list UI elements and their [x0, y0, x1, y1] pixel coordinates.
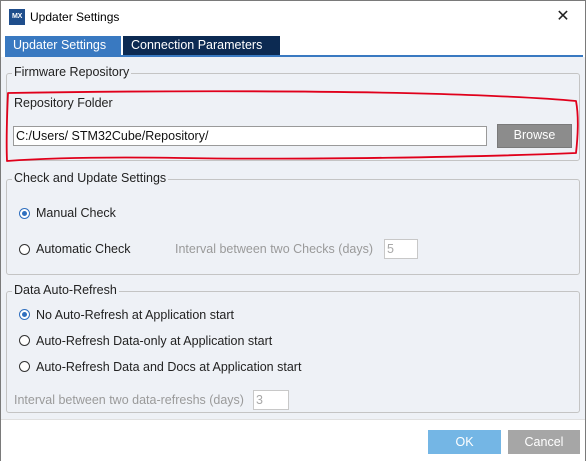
title-bar: MX Updater Settings ✕: [1, 1, 585, 33]
manual-check-radio[interactable]: [19, 208, 30, 219]
check-interval-label: Interval between two Checks (days): [175, 242, 374, 256]
check-interval-input[interactable]: 5: [384, 239, 418, 259]
tab-updater-settings[interactable]: Updater Settings: [5, 36, 121, 55]
firmware-repository-title: Firmware Repository: [12, 65, 132, 79]
cancel-button[interactable]: Cancel: [508, 430, 580, 454]
repository-folder-label: Repository Folder: [14, 96, 113, 110]
refresh-data-only-label[interactable]: Auto-Refresh Data-only at Application st…: [36, 334, 272, 348]
refresh-interval-input[interactable]: 3: [253, 390, 289, 410]
manual-check-label[interactable]: Manual Check: [36, 206, 116, 220]
no-auto-refresh-radio[interactable]: [19, 309, 30, 320]
close-button[interactable]: ✕: [541, 1, 585, 33]
tab-connection-parameters[interactable]: Connection Parameters: [123, 36, 280, 55]
repository-folder-input[interactable]: C:/Users/ STM32Cube/Repository/: [13, 126, 487, 146]
window-title: Updater Settings: [30, 10, 120, 24]
browse-button[interactable]: Browse: [497, 124, 572, 148]
close-icon: ✕: [556, 8, 570, 25]
updater-settings-dialog: MX Updater Settings ✕ Updater Settings C…: [0, 0, 586, 461]
check-update-group: Check and Update Settings: [6, 171, 580, 275]
refresh-data-docs-label[interactable]: Auto-Refresh Data and Docs at Applicatio…: [36, 360, 301, 374]
dialog-footer: OK Cancel: [1, 419, 585, 461]
refresh-data-docs-radio[interactable]: [19, 361, 30, 372]
settings-panel: Firmware Repository Repository Folder C:…: [1, 57, 585, 419]
no-auto-refresh-label[interactable]: No Auto-Refresh at Application start: [36, 308, 234, 322]
automatic-check-radio[interactable]: [19, 244, 30, 255]
auto-refresh-title: Data Auto-Refresh: [12, 283, 119, 297]
refresh-data-only-radio[interactable]: [19, 335, 30, 346]
automatic-check-label[interactable]: Automatic Check: [36, 242, 130, 256]
check-update-title: Check and Update Settings: [12, 171, 169, 185]
ok-button[interactable]: OK: [428, 430, 501, 454]
stm32cubemx-logo-icon: MX: [9, 9, 25, 25]
tab-bar: Updater Settings Connection Parameters: [5, 36, 280, 55]
refresh-interval-label: Interval between two data-refreshs (days…: [14, 393, 244, 407]
firmware-repository-group: Firmware Repository: [6, 65, 580, 161]
